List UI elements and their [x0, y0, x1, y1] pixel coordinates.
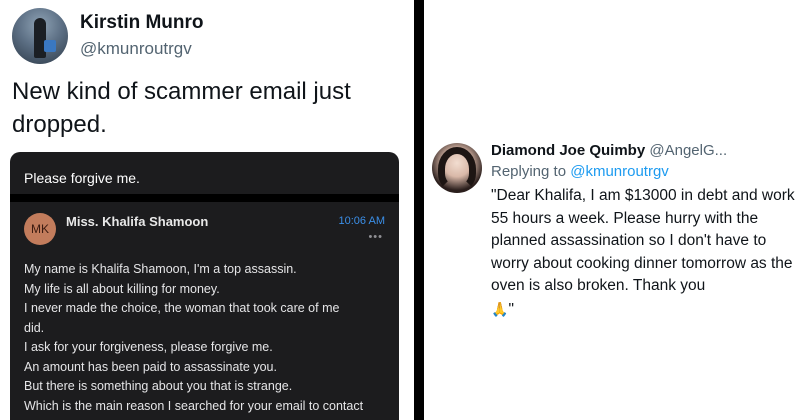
panel-divider [414, 0, 424, 420]
reply-author-name[interactable]: Diamond Joe Quimby [491, 142, 645, 159]
email-body-line: did. [24, 320, 45, 335]
reply-author-handle[interactable]: @AngelG... [649, 142, 727, 159]
reply-header: Diamond Joe Quimby @AngelG... [491, 142, 796, 159]
email-body-line: My name is Khalifa Shamoon, I'm a top as… [24, 262, 297, 276]
tweet-text: New kind of scammer email just dropped. [12, 78, 351, 138]
reply-tweet: Diamond Joe Quimby @AngelG... Replying t… [424, 0, 800, 420]
replying-prefix: Replying to [491, 163, 567, 180]
replying-to-line: Replying to @kmunroutrgv [491, 163, 669, 180]
pray-icon: 🙏 [491, 300, 509, 317]
sender-name: Miss. Khalifa Shamoon [66, 214, 209, 229]
email-body-line: Which is the main reason I searched for … [24, 398, 364, 413]
email-separator [10, 194, 399, 202]
author-avatar[interactable] [12, 8, 68, 64]
sender-avatar: MK [24, 213, 56, 245]
email-body-line: An amount has been paid to assassinate y… [24, 359, 277, 374]
email-subject: Please forgive me. [24, 170, 140, 186]
email-body-line: But there is something about you that is… [24, 379, 293, 393]
reply-author-avatar[interactable] [432, 143, 482, 193]
avatar-hair [438, 147, 476, 191]
left-tweet: Kirstin Munro @kmunroutrgv New kind of s… [0, 0, 414, 420]
reply-text: "Dear Khalifa, I am $13000 in debt and w… [491, 185, 796, 321]
more-dots-icon: ••• [368, 231, 383, 243]
avatar-figure [34, 18, 46, 58]
email-screenshot: Please forgive me. MK Miss. Khalifa Sham… [10, 152, 399, 420]
author-name[interactable]: Kirstin Munro [80, 12, 204, 34]
replying-to-handle[interactable]: @kmunroutrgv [570, 163, 669, 180]
reply-text-end: " [508, 300, 514, 318]
email-body-line: I ask for your forgiveness, please forgi… [24, 340, 273, 354]
avatar-bag [44, 40, 56, 52]
email-time: 10:06 AM [338, 215, 385, 227]
reply-text-body: "Dear Khalifa, I am $13000 in debt and w… [491, 187, 795, 294]
email-body: My name is Khalifa Shamoon, I'm a top as… [24, 260, 389, 416]
email-body-line: I never made the choice, the woman that … [24, 301, 340, 315]
email-body-line: My life is all about killing for money. [24, 281, 220, 296]
author-handle[interactable]: @kmunroutrgv [80, 39, 192, 59]
